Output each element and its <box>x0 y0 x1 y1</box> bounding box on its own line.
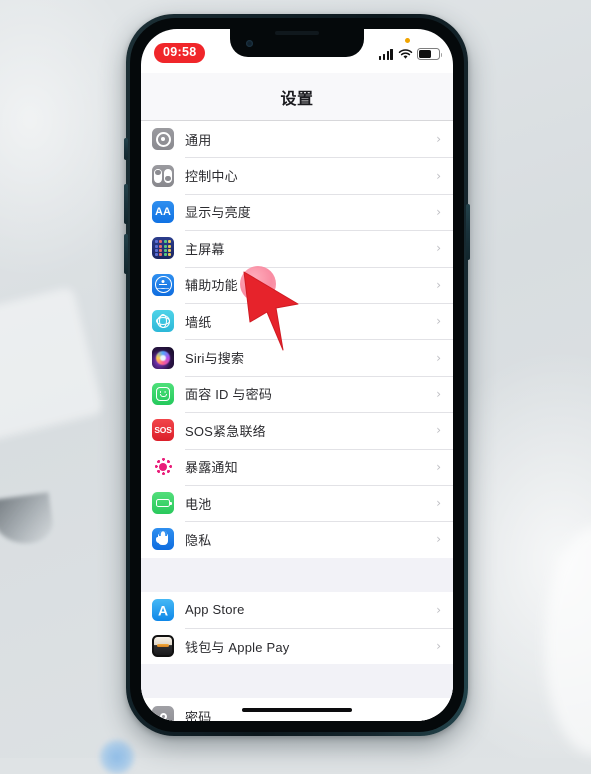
privacy-hand-icon <box>152 528 174 551</box>
group-separator <box>141 664 453 699</box>
wifi-icon <box>398 49 413 60</box>
settings-row[interactable]: A App Store › <box>141 591 453 629</box>
chevron-right-icon: › <box>436 204 441 219</box>
status-bar-icons <box>378 38 443 60</box>
display-notch <box>230 29 364 57</box>
chevron-right-icon: › <box>436 132 441 147</box>
settings-row[interactable]: 通用 › <box>141 121 453 158</box>
settings-row-label: 通用 <box>185 132 212 148</box>
front-camera-icon <box>246 40 253 47</box>
settings-row[interactable]: 钱包与 Apple Pay › <box>141 628 453 665</box>
face-id-icon <box>152 382 174 405</box>
settings-row[interactable]: 辅助功能 › <box>141 266 453 303</box>
settings-row-label: 面容 ID 与密码 <box>185 387 273 403</box>
wallet-icon <box>152 635 174 658</box>
settings-row-label: 墙纸 <box>185 314 212 330</box>
blurred-blue-object <box>100 740 134 774</box>
chevron-right-icon: › <box>436 168 441 183</box>
blurred-white-object <box>545 525 591 755</box>
home-indicator[interactable] <box>242 707 352 712</box>
chevron-right-icon: › <box>436 709 441 721</box>
settings-row-label: App Store <box>185 602 245 618</box>
settings-list[interactable]: 通用 › 控制中心 › AA 显示与亮度 › 主屏幕 › 辅助功能 › 墙纸 › Siri与搜索 › 面容 I… <box>141 121 453 721</box>
app-store-icon: A <box>152 598 174 621</box>
settings-row[interactable]: 电池 › <box>141 484 453 522</box>
battery-level-fill <box>419 50 431 58</box>
chevron-right-icon: › <box>436 350 441 365</box>
settings-row-label: 隐私 <box>185 532 212 548</box>
settings-row[interactable]: 面容 ID 与密码 › <box>141 375 453 413</box>
battery-icon <box>417 48 443 60</box>
exposure-notification-icon <box>152 455 174 478</box>
chevron-right-icon: › <box>436 314 441 329</box>
navigation-bar: 设置 <box>141 73 453 121</box>
chevron-right-icon: › <box>436 459 441 474</box>
home-screen-icon <box>152 237 174 260</box>
settings-row-label: 控制中心 <box>185 169 238 185</box>
settings-row-label: 显示与亮度 <box>185 205 252 221</box>
settings-row-label: 辅助功能 <box>185 278 238 294</box>
settings-row[interactable]: SOS SOS紧急联络 › <box>141 412 453 449</box>
settings-row[interactable]: 暴露通知 › <box>141 448 453 485</box>
settings-row-label: 暴露通知 <box>185 460 238 476</box>
chevron-right-icon: › <box>436 639 441 654</box>
chevron-right-icon: › <box>436 277 441 292</box>
page-title: 设置 <box>280 90 314 108</box>
settings-row[interactable]: 控制中心 › <box>141 157 453 194</box>
password-key-icon <box>152 705 174 721</box>
recording-time-pill[interactable]: 09:58 <box>154 43 206 63</box>
battery-settings-icon <box>152 492 174 515</box>
group-separator <box>141 557 453 592</box>
chevron-right-icon: › <box>436 386 441 401</box>
settings-row[interactable]: 墙纸 › <box>141 302 453 340</box>
settings-group: A App Store › 钱包与 Apple Pay › <box>141 591 453 665</box>
chevron-right-icon: › <box>436 532 441 547</box>
settings-row[interactable]: 隐私 › <box>141 521 453 558</box>
settings-group: 通用 › 控制中心 › AA 显示与亮度 › 主屏幕 › 辅助功能 › 墙纸 › Siri与搜索 › 面容 I… <box>141 121 453 558</box>
display-brightness-icon: AA <box>152 200 174 223</box>
settings-row[interactable]: AA 显示与亮度 › <box>141 193 453 231</box>
chevron-right-icon: › <box>436 241 441 256</box>
settings-row-label: 主屏幕 <box>185 241 225 257</box>
volume-down-button[interactable] <box>124 234 128 274</box>
microphone-indicator-icon <box>405 38 410 44</box>
blurred-pen-object <box>0 492 56 548</box>
settings-row-label: 钱包与 Apple Pay <box>185 639 290 655</box>
control-center-icon <box>152 164 174 187</box>
phone-screen: 09:58 设置 通用 › 控制中心 › AA 显示与亮度 › 主屏幕 › 辅助… <box>141 29 453 721</box>
blurred-paper-object <box>0 286 104 444</box>
siri-icon <box>152 346 174 369</box>
cellular-signal-icon <box>378 48 393 60</box>
gear-icon <box>152 128 174 151</box>
volume-up-button[interactable] <box>124 184 128 224</box>
wallpaper-icon <box>152 310 174 333</box>
settings-row-label: SOS紧急联络 <box>185 423 266 439</box>
power-button[interactable] <box>466 204 470 260</box>
earpiece-speaker <box>275 31 319 35</box>
settings-row[interactable]: 主屏幕 › <box>141 230 453 267</box>
sos-icon: SOS <box>152 419 174 442</box>
iphone-device: 09:58 设置 通用 › 控制中心 › AA 显示与亮度 › 主屏幕 › 辅助… <box>124 14 470 736</box>
settings-row-label: Siri与搜索 <box>185 351 245 367</box>
settings-row[interactable]: Siri与搜索 › <box>141 339 453 376</box>
settings-row-label: 电池 <box>185 496 212 512</box>
chevron-right-icon: › <box>436 423 441 438</box>
accessibility-icon <box>152 273 174 296</box>
chevron-right-icon: › <box>436 496 441 511</box>
mute-switch[interactable] <box>124 138 128 160</box>
chevron-right-icon: › <box>436 602 441 617</box>
